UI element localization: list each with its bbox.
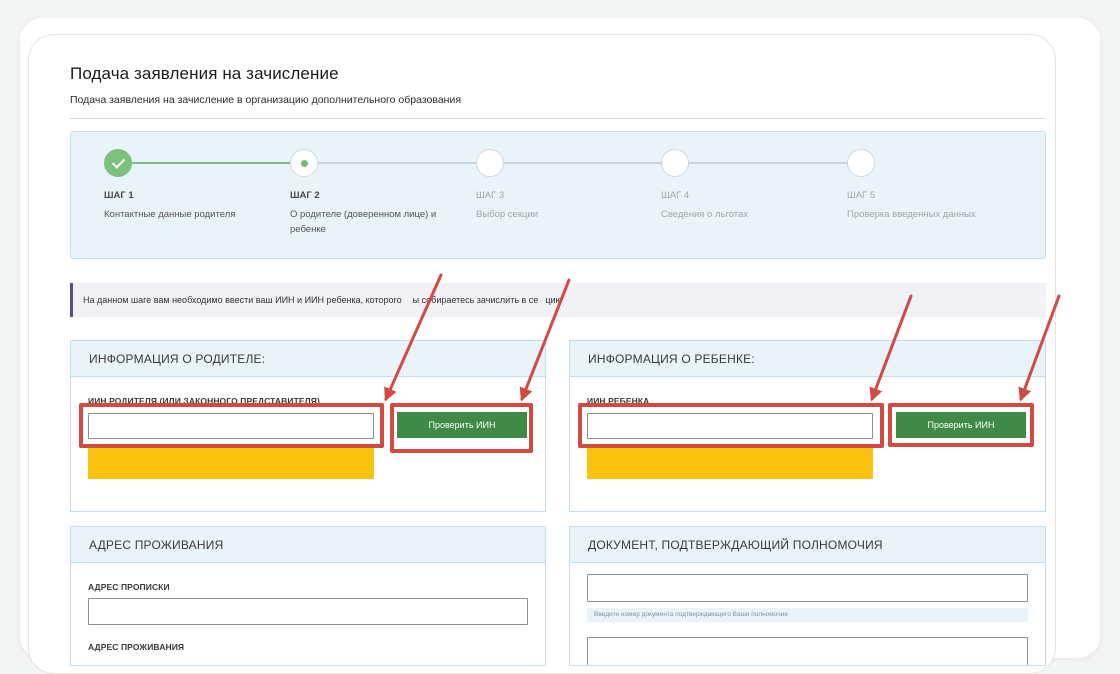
step-2-label-line1: О родителе (доверенном лице) и	[290, 209, 437, 220]
step-3-number: ШАГ 3	[476, 190, 505, 201]
page-subtitle: Подача заявления на зачисление в организ…	[70, 94, 462, 106]
document-number-hint: Введите номер документа подтверждающего …	[587, 608, 1028, 622]
step-4-circle-icon[interactable]	[661, 149, 689, 177]
step-4-label: Сведения о льготах	[661, 209, 749, 220]
parent-iin-warning	[88, 448, 374, 479]
step-1-check-icon[interactable]	[104, 149, 132, 177]
step-2-label: О родителе (доверенном лице) и ребенке	[290, 207, 436, 237]
step-line-done	[126, 162, 292, 164]
parent-input-highlight	[79, 403, 384, 448]
step-2-current-icon[interactable]	[290, 149, 318, 177]
parent-panel-title: ИНФОРМАЦИЯ О РОДИТЕЛЕ:	[71, 341, 545, 377]
document-panel-title: ДОКУМЕНТ, ПОДТВЕРЖДАЮЩИЙ ПОЛНОМОЧИЯ	[570, 527, 1045, 563]
step-5-number: ШАГ 5	[847, 190, 876, 201]
child-panel-title: ИНФОРМАЦИЯ О РЕБЕНКЕ:	[570, 341, 1045, 377]
parent-button-highlight	[390, 403, 533, 453]
step-5-label: Проверка введенных данных	[847, 209, 976, 220]
step-4-number: ШАГ 4	[661, 190, 690, 201]
step-5-circle-icon[interactable]	[847, 149, 875, 177]
step-1-number: ШАГ 1	[104, 190, 134, 201]
residence-address-label: АДРЕС ПРОЖИВАНИЯ	[88, 642, 185, 652]
document-number-input[interactable]	[587, 574, 1028, 602]
registration-address-label: АДРЕС ПРОПИСКИ	[88, 582, 170, 592]
step-2-label-line2: ребенке	[290, 224, 326, 235]
notice-text-2: ы собираетесь зачислить в се	[412, 295, 539, 305]
step-notice: На данном шаге вам необходимо ввести ваш…	[70, 283, 1046, 317]
notice-text-3: цию	[545, 295, 563, 305]
child-iin-warning	[587, 448, 873, 479]
child-input-highlight	[578, 403, 884, 448]
address-panel-title: АДРЕС ПРОЖИВАНИЯ	[71, 527, 545, 563]
child-button-highlight	[888, 403, 1034, 447]
title-divider	[70, 118, 1046, 119]
step-1-label: Контактные данные родителя	[104, 209, 236, 220]
step-progress	[70, 131, 1046, 259]
step-2-number: ШАГ 2	[290, 190, 320, 201]
document-second-input[interactable]	[587, 637, 1028, 665]
page-title: Подача заявления на зачисление	[70, 64, 339, 83]
step-line-pending	[318, 162, 848, 164]
registration-address-input[interactable]	[88, 598, 528, 625]
notice-text-1: На данном шаге вам необходимо ввести ваш…	[83, 295, 402, 305]
step-3-label: Выбор секции	[476, 209, 539, 220]
step-3-circle-icon[interactable]	[476, 149, 504, 177]
